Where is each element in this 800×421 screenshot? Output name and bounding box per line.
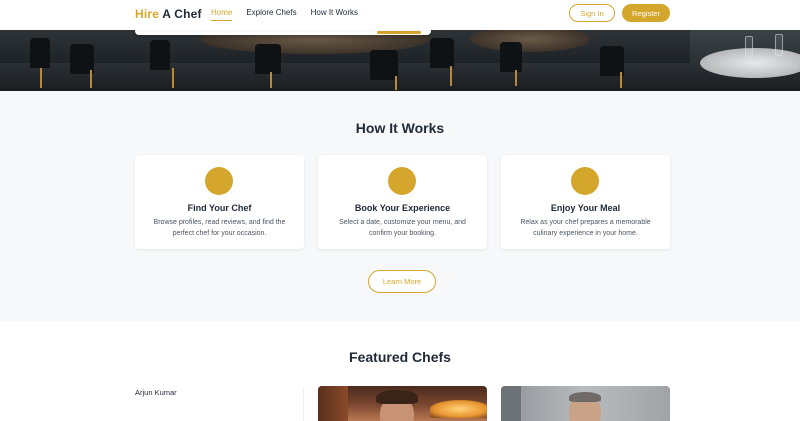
step-card-book-experience: Book Your Experience Select a date, cust…: [318, 155, 487, 249]
step-icon-circle: [571, 167, 599, 195]
step-description: Relax as your chef prepares a memorable …: [520, 219, 651, 237]
step-icon-circle: [388, 167, 416, 195]
brand-logo-part1: Hire: [135, 7, 160, 21]
chef-card-arjun-kumar[interactable]: Arjun Kumar: [135, 386, 304, 421]
step-description: Select a date, customize your menu, and …: [339, 219, 466, 237]
sign-in-button[interactable]: Sign In: [569, 4, 615, 22]
nav-item-how-it-works[interactable]: How It Works: [311, 8, 358, 21]
nav-item-explore-chefs[interactable]: Explore Chefs: [246, 8, 296, 21]
chef-card-photo[interactable]: [318, 386, 487, 421]
brand-logo-part2: A Chef: [162, 7, 202, 21]
hero-image: [0, 30, 800, 91]
top-navbar: Hire A Chef Home Explore Chefs How It Wo…: [0, 0, 800, 30]
search-card-bottom: [135, 30, 431, 35]
how-it-works-section: How It Works Find Your Chef Browse profi…: [0, 91, 800, 321]
featured-chefs-title: Featured Chefs: [349, 349, 451, 365]
how-it-works-title: How It Works: [355, 120, 445, 136]
learn-more-button[interactable]: Learn More: [368, 270, 436, 293]
chef-name: Arjun Kumar: [135, 388, 177, 397]
step-title: Enjoy Your Meal: [550, 203, 621, 213]
step-icon-circle: [205, 167, 233, 195]
featured-chefs-section: Featured Chefs Arjun Kumar: [0, 321, 800, 421]
step-title: Book Your Experience: [354, 203, 451, 213]
main-nav: Home Explore Chefs How It Works: [211, 8, 358, 21]
step-description: Browse profiles, read reviews, and find …: [153, 219, 286, 237]
register-button[interactable]: Register: [622, 4, 670, 22]
step-card-find-chef: Find Your Chef Browse profiles, read rev…: [135, 155, 304, 249]
step-card-enjoy-meal: Enjoy Your Meal Relax as your chef prepa…: [501, 155, 670, 249]
brand-logo[interactable]: Hire A Chef: [135, 7, 202, 21]
nav-item-home[interactable]: Home: [211, 8, 233, 21]
step-title: Find Your Chef: [187, 203, 252, 213]
chef-card-photo[interactable]: [501, 386, 670, 421]
